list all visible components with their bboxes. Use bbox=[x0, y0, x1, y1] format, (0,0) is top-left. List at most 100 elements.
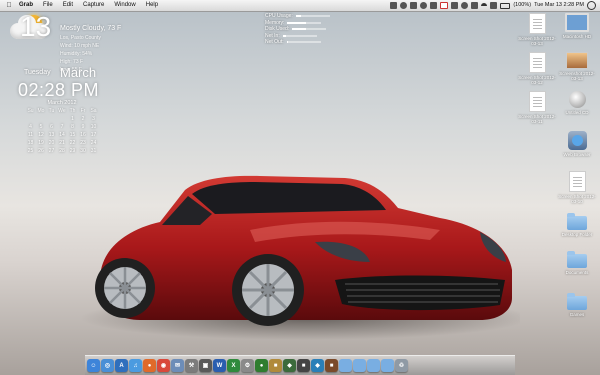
system-stats-widget: CPU Usage: Memory: Disk Used: Net In: Net Ou… bbox=[265, 13, 330, 46]
system-stat-label: Net Out: bbox=[265, 39, 284, 45]
folder-dock-icon-2[interactable] bbox=[353, 359, 366, 372]
app-icon-3[interactable]: ■ bbox=[269, 359, 282, 372]
folder-dock-icon-3[interactable] bbox=[367, 359, 380, 372]
monitor-icon[interactable] bbox=[565, 13, 589, 32]
menu-edit[interactable]: Edit bbox=[58, 0, 78, 11]
doc-icon-3[interactable] bbox=[528, 91, 546, 112]
date-weekday: Tuesday bbox=[24, 69, 51, 76]
safari-icon[interactable]: ◎ bbox=[101, 359, 114, 372]
photo-icon[interactable] bbox=[566, 52, 588, 69]
menu-window[interactable]: Window bbox=[109, 0, 140, 11]
system-stat-bar bbox=[286, 41, 321, 44]
calendar-day-cell: 30 bbox=[80, 148, 86, 154]
word-icon[interactable]: W bbox=[213, 359, 226, 372]
calendar-day-cell: 18 bbox=[27, 140, 34, 146]
desktop-item[interactable]: Screen Shot 2012-03-13 bbox=[517, 13, 557, 46]
menu-clock[interactable]: Tue Mar 13 2:28 PM bbox=[534, 0, 584, 11]
wifi-status-icon[interactable] bbox=[481, 3, 488, 8]
menu-grab[interactable]: Grab bbox=[14, 0, 38, 11]
calendar-day-cell: 17 bbox=[90, 132, 97, 138]
excel-icon[interactable]: X bbox=[227, 359, 240, 372]
clipboard-status-icon[interactable] bbox=[410, 2, 418, 9]
apple-menu-icon[interactable]:  bbox=[4, 0, 14, 11]
doc-icon-2[interactable] bbox=[528, 52, 546, 73]
menu-bar:  Grab File Edit Capture Window Help (10… bbox=[0, 0, 600, 12]
cloud-status-icon[interactable] bbox=[420, 2, 428, 9]
desktop-item[interactable]: Screenshot 2012-03-13 bbox=[557, 52, 597, 81]
calendar-day-cell: 24 bbox=[90, 140, 97, 146]
itunes-icon[interactable]: ♫ bbox=[129, 359, 142, 372]
weather-wind: Wind: 10 mph NE bbox=[60, 43, 100, 49]
desktop-item[interactable]: Screen Shot 2012-03-11 bbox=[517, 91, 557, 124]
disc-icon[interactable] bbox=[568, 91, 586, 108]
desktop-item[interactable]: Screen Shot 2012-03-12 bbox=[517, 52, 557, 85]
menu-capture[interactable]: Capture bbox=[78, 0, 109, 11]
desktop-item[interactable]: Web Browser bbox=[557, 131, 597, 157]
firefox-icon[interactable]: ● bbox=[143, 359, 156, 372]
calendar-day-cell: 26 bbox=[38, 148, 44, 154]
desktop-item[interactable]: Macintosh HD bbox=[557, 13, 597, 39]
system-stat-row: Net Out: bbox=[265, 39, 330, 46]
folder-dock-icon-4[interactable] bbox=[381, 359, 394, 372]
app-icon-5[interactable]: ■ bbox=[297, 359, 310, 372]
desktop-item[interactable]: Documents bbox=[557, 250, 597, 275]
tools-icon[interactable]: ⚒ bbox=[185, 359, 198, 372]
calendar-day-cell: 15 bbox=[69, 132, 76, 138]
desktop-item[interactable]: Untitled CD bbox=[557, 91, 597, 115]
menu-file[interactable]: File bbox=[38, 0, 58, 11]
bluetooth-status-icon[interactable] bbox=[471, 2, 479, 9]
app-icon-7[interactable]: ■ bbox=[325, 359, 338, 372]
desktop-item[interactable]: Desktop Folder bbox=[557, 212, 597, 237]
monitor-status-icon[interactable] bbox=[451, 2, 459, 9]
sync-status-icon[interactable] bbox=[400, 2, 408, 9]
calendar-title: March 2012 bbox=[47, 100, 77, 106]
menu-help[interactable]: Help bbox=[141, 0, 163, 11]
calendar-day-cell: 10 bbox=[90, 124, 97, 130]
system-stat-bar bbox=[287, 21, 322, 24]
settings-icon[interactable]: ⚙ bbox=[241, 359, 254, 372]
app-icon-4[interactable]: ◆ bbox=[283, 359, 296, 372]
calendar-day-cell: 12 bbox=[38, 132, 44, 138]
appstore-icon[interactable]: A bbox=[115, 359, 128, 372]
app-icon-1[interactable]: ▣ bbox=[199, 359, 212, 372]
folder-icon-2[interactable] bbox=[567, 251, 587, 268]
date-month: March bbox=[60, 65, 97, 80]
calendar-day-cell: 2 bbox=[81, 116, 85, 122]
camera-status-icon[interactable] bbox=[390, 2, 398, 9]
timemachine-status-icon[interactable] bbox=[461, 2, 469, 9]
desktop-item-label: Macintosh HD bbox=[562, 34, 592, 39]
finder-icon[interactable]: ☺ bbox=[87, 359, 100, 372]
trash-icon[interactable]: ♲ bbox=[395, 359, 408, 372]
calendar-day-cell: 9 bbox=[81, 124, 85, 130]
desktop-item-label: Screen Shot 2012-03-12 bbox=[518, 75, 556, 85]
weather-humidity: Humidity: 54% bbox=[60, 51, 93, 57]
doc-icon-1[interactable] bbox=[528, 13, 546, 34]
app-icon-2[interactable]: ● bbox=[255, 359, 268, 372]
calendar-day-cell: 28 bbox=[59, 148, 65, 154]
mail-icon[interactable]: ✉ bbox=[171, 359, 184, 372]
desktop-item[interactable]: Screen Shot 2012-03-10 bbox=[557, 171, 597, 204]
doc-icon-4[interactable] bbox=[568, 171, 586, 192]
calendar-day-cell: 16 bbox=[80, 132, 86, 138]
desktop-item-label: Web Browser bbox=[563, 152, 591, 157]
box-status-icon[interactable] bbox=[430, 2, 438, 9]
app-icon-6[interactable]: ◆ bbox=[311, 359, 324, 372]
volume-status-icon[interactable] bbox=[490, 2, 498, 9]
chrome-icon[interactable]: ◉ bbox=[157, 359, 170, 372]
folder-icon-1[interactable] bbox=[567, 213, 587, 230]
folder-dock-icon-1[interactable] bbox=[339, 359, 352, 372]
folder-icon-3[interactable] bbox=[567, 293, 587, 310]
gmail-status-icon[interactable] bbox=[440, 2, 449, 9]
desktop-item-label: Screen Shot 2012-03-11 bbox=[518, 114, 556, 124]
calendar-day-cell: 3 bbox=[92, 116, 95, 122]
desktop-item[interactable]: Games bbox=[557, 292, 597, 317]
globe-app-icon[interactable] bbox=[567, 131, 587, 150]
calendar-day-cell: 31 bbox=[90, 148, 97, 154]
battery-status-icon[interactable] bbox=[500, 2, 511, 9]
spotlight-search-icon[interactable] bbox=[587, 1, 596, 10]
calendar-day-cell: 27 bbox=[48, 148, 55, 154]
dock-items: ☺ ◎ A ♫ ● ◉ ✉ ⚒ ▣ W X ⚙ ● ■ ◆ ■ ◆ ■ ♲ bbox=[87, 359, 408, 372]
calendar-header-cell: Su bbox=[27, 108, 34, 114]
desktop-item-label: Untitled CD bbox=[565, 110, 589, 115]
calendar-day-cell: 8 bbox=[71, 124, 74, 130]
